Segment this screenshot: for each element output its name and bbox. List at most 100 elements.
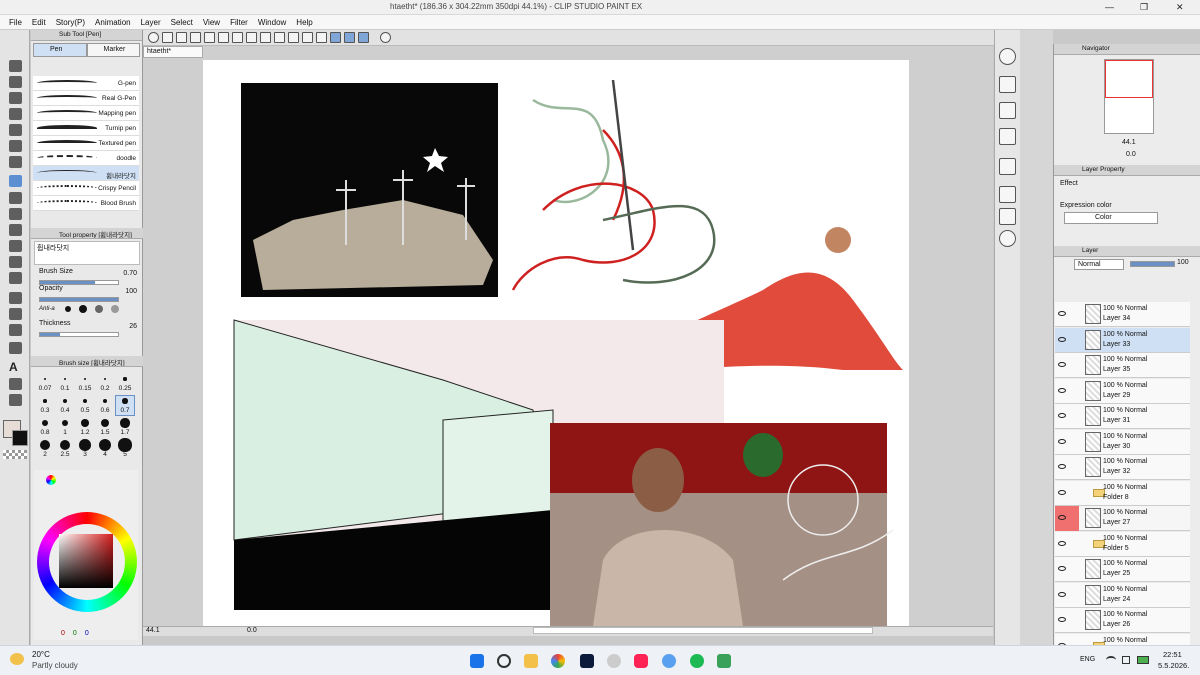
material-icon[interactable] <box>999 76 1016 93</box>
spotify-icon[interactable] <box>690 654 704 668</box>
text-tool-icon[interactable]: A <box>9 360 22 374</box>
blend-mode-select[interactable]: Normal <box>1074 259 1124 270</box>
help-icon[interactable] <box>380 32 391 43</box>
close-icon[interactable]: ✕ <box>1176 2 1184 13</box>
opacity-slider[interactable] <box>39 297 119 302</box>
start-icon[interactable] <box>470 654 484 668</box>
antialias-strong[interactable] <box>111 305 119 313</box>
sub-view-icon[interactable] <box>999 102 1016 119</box>
brush-tool-icon[interactable] <box>9 208 22 220</box>
menu-filter[interactable]: Filter <box>230 18 248 27</box>
brush-item[interactable]: Turnip pen <box>33 121 139 136</box>
clip-studio-icon[interactable] <box>148 32 159 43</box>
horizontal-scrollbar[interactable] <box>533 627 873 634</box>
snap-grid-icon[interactable] <box>358 32 369 43</box>
layer-row[interactable]: 100 % Normal Layer 32 <box>1055 455 1190 480</box>
visibility-eye-icon[interactable] <box>1058 438 1066 444</box>
brush-size-value[interactable]: 0.4 <box>55 407 75 414</box>
info-icon[interactable] <box>999 230 1016 247</box>
brush-size-value[interactable]: 0.07 <box>35 385 55 392</box>
brush-size-value[interactable]: 0.6 <box>95 407 115 414</box>
brush-size-dot[interactable] <box>102 398 108 404</box>
maximize-icon[interactable]: ❐ <box>1140 2 1148 13</box>
thickness-slider[interactable] <box>39 332 119 337</box>
image-icon[interactable] <box>999 158 1016 175</box>
brush-item[interactable]: doodle <box>33 151 139 166</box>
figure-tool-icon[interactable] <box>9 308 22 320</box>
menu-animation[interactable]: Animation <box>95 18 131 27</box>
brush-size-value[interactable]: 4 <box>95 451 115 458</box>
move-tool-icon[interactable] <box>9 108 22 120</box>
color-saturation-square[interactable] <box>59 534 113 588</box>
open-file-icon[interactable] <box>176 32 187 43</box>
brush-size-dot[interactable] <box>63 399 67 403</box>
snap-ruler-icon[interactable] <box>330 32 341 43</box>
brush-size-value[interactable]: 2 <box>35 451 55 458</box>
crop-icon[interactable] <box>302 32 313 43</box>
brush-size-value[interactable]: 3 <box>75 451 95 458</box>
layer-row[interactable]: 100 % Normal Layer 27 <box>1055 506 1190 531</box>
photoshop-icon[interactable] <box>580 654 594 668</box>
brush-item[interactable]: G-pen <box>33 76 139 91</box>
music-icon[interactable] <box>634 654 648 668</box>
brush-size-value[interactable]: 1.2 <box>75 429 95 436</box>
brush-size-dot[interactable] <box>98 438 112 452</box>
volume-icon[interactable] <box>1122 656 1130 664</box>
brush-size-dot[interactable] <box>64 378 66 380</box>
selection-tool-icon[interactable] <box>9 140 22 152</box>
tab-marker[interactable]: Marker <box>86 43 140 57</box>
canvas-paper[interactable] <box>203 60 909 626</box>
snap-special-ruler-icon[interactable] <box>344 32 355 43</box>
zoom-tool-icon[interactable] <box>9 60 22 72</box>
layer-opacity-slider[interactable] <box>1130 261 1175 267</box>
expression-color-select[interactable]: Color <box>1064 212 1158 224</box>
brush-size-value[interactable]: 0.1 <box>55 385 75 392</box>
visibility-eye-icon[interactable] <box>1058 566 1066 571</box>
brush-size-value[interactable]: 0.2 <box>95 385 115 392</box>
visibility-eye-icon[interactable] <box>1058 540 1066 546</box>
zoom-readout[interactable]: 44.1 <box>146 627 160 634</box>
transform-icon[interactable] <box>246 32 257 43</box>
brush-size-dot[interactable] <box>120 418 130 428</box>
document-tab[interactable]: htaetht* <box>143 46 203 58</box>
pen-tool-icon[interactable] <box>9 175 22 187</box>
brush-size-dot[interactable] <box>123 377 127 381</box>
antialias-weak[interactable] <box>79 305 87 313</box>
brush-size-value[interactable]: 1.7 <box>115 429 135 436</box>
visibility-eye-icon[interactable] <box>1058 413 1066 418</box>
color-wheel-icon[interactable] <box>46 475 56 485</box>
brush-size-dot[interactable] <box>42 420 48 426</box>
gallery-icon[interactable] <box>999 186 1016 203</box>
brush-size-dot[interactable] <box>103 377 107 381</box>
brush-size-dot[interactable] <box>122 398 128 404</box>
layer-row[interactable]: 100 % Normal Folder 5 <box>1055 531 1190 557</box>
brush-size-dot[interactable] <box>100 418 110 428</box>
visibility-eye-icon[interactable] <box>1058 336 1066 342</box>
chrome-icon[interactable] <box>551 654 565 668</box>
brush-item[interactable]: Crispy Pencil <box>33 181 139 196</box>
undo-icon[interactable] <box>204 32 215 43</box>
minimize-icon[interactable]: — <box>1105 2 1114 12</box>
brush-size-dot[interactable] <box>84 378 86 380</box>
tab-pen[interactable]: Pen <box>33 43 87 57</box>
cloud-icon[interactable] <box>662 654 676 668</box>
rotate-tool-icon[interactable] <box>9 76 22 88</box>
brush-size-value[interactable]: 0.7 <box>115 407 135 414</box>
layer-row[interactable]: 100 % Normal Layer 33 <box>1055 327 1190 353</box>
menu-select[interactable]: Select <box>171 18 193 27</box>
item-bank-icon[interactable] <box>999 128 1016 145</box>
menu-window[interactable]: Window <box>258 18 286 27</box>
layer-row[interactable]: 100 % Normal Layer 35 <box>1055 353 1190 378</box>
navigator-preview[interactable] <box>1104 59 1154 134</box>
redo-icon[interactable] <box>218 32 229 43</box>
rotation-readout[interactable]: 0.0 <box>247 627 257 634</box>
layer-row[interactable]: 100 % Normal Layer 34 <box>1055 302 1190 327</box>
clock-date[interactable]: 5.5.2026. <box>1158 661 1189 670</box>
airbrush-tool-icon[interactable] <box>9 224 22 236</box>
clear-icon[interactable] <box>232 32 243 43</box>
brush-size-value[interactable]: 1.5 <box>95 429 115 436</box>
layer-row[interactable]: 100 % Normal Layer 29 <box>1055 378 1190 404</box>
visibility-eye-icon[interactable] <box>1058 362 1066 367</box>
file-explorer-icon[interactable] <box>524 654 538 668</box>
save-icon[interactable] <box>190 32 201 43</box>
